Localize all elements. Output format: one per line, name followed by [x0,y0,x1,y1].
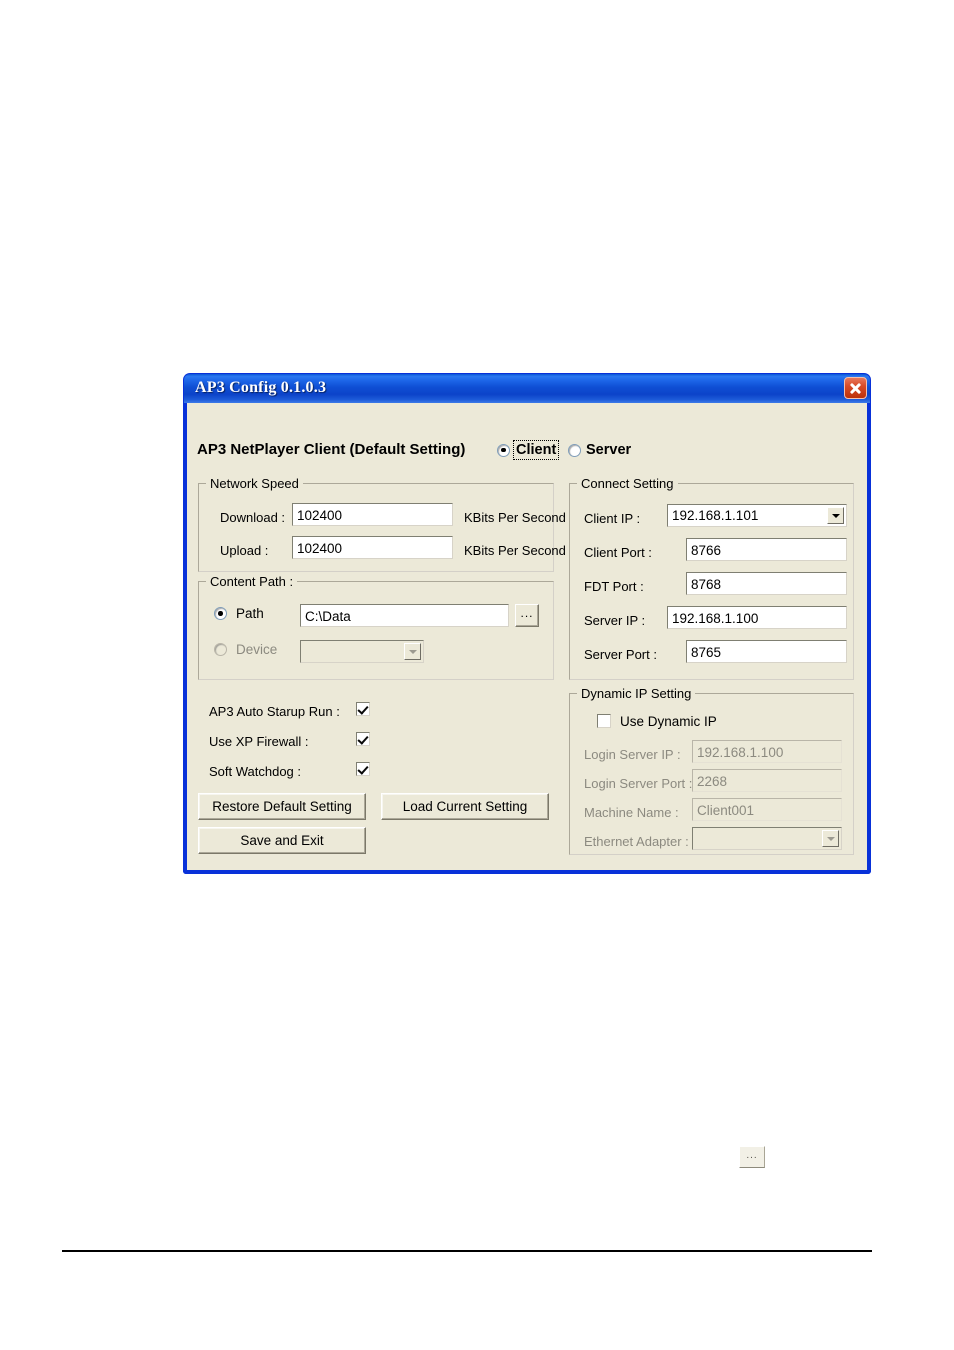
select-ethernet-adapter[interactable] [692,827,842,850]
radio-content-device[interactable]: Device [214,642,277,657]
checkbox-soft-watchdog[interactable] [356,762,370,776]
label-client-port: Client Port : [584,545,652,560]
label-upload-unit: KBits Per Second [464,543,566,558]
group-dynamic-ip-legend: Dynamic IP Setting [577,686,696,701]
input-upload-speed[interactable]: 102400 [292,536,453,559]
label-xp-firewall: Use XP Firewall : [209,734,309,749]
radio-path-label: Path [236,606,264,621]
group-connect-setting-legend: Connect Setting [577,476,678,491]
save-and-exit-button[interactable]: Save and Exit [198,827,366,854]
group-network-speed: Network Speed Download : 102400 KBits Pe… [198,476,566,572]
label-ethernet-adapter: Ethernet Adapter : [584,834,689,849]
group-network-speed-legend: Network Speed [206,476,303,491]
input-login-server-ip[interactable]: 192.168.1.100 [692,740,842,763]
title-bar[interactable]: AP3 Config 0.1.0.3 [183,373,871,403]
group-content-path-legend: Content Path : [206,574,298,589]
radio-content-path[interactable]: Path [214,606,264,621]
label-server-port: Server Port : [584,647,657,662]
group-content-path: Content Path : Path C:\Data ... Device [198,574,554,680]
label-download: Download : [220,510,286,525]
label-download-unit: KBits Per Second [464,510,566,525]
select-client-ip-value: 192.168.1.101 [672,508,759,523]
input-fdt-port[interactable]: 8768 [686,572,847,595]
radio-device-label: Device [236,642,278,657]
browse-path-button[interactable]: ... [515,604,539,627]
radio-path-indicator[interactable] [214,607,227,620]
input-client-port[interactable]: 8766 [686,538,847,561]
radio-server-label: Server [586,442,632,458]
label-soft-watchdog: Soft Watchdog : [209,764,302,779]
select-content-device[interactable] [300,640,424,663]
input-content-path[interactable]: C:\Data [300,604,509,627]
checkbox-xp-firewall[interactable] [356,732,370,746]
label-auto-startup: AP3 Auto Starup Run : [209,704,340,719]
label-login-server-ip: Login Server IP : [584,747,681,762]
chevron-down-icon[interactable] [404,643,421,660]
checkbox-use-dynamic-ip[interactable] [597,714,611,728]
input-machine-name[interactable]: Client001 [692,798,842,821]
radio-client-indicator[interactable] [497,443,510,457]
radio-device-indicator[interactable] [214,643,227,656]
window-title: AP3 Config 0.1.0.3 [195,379,327,396]
input-server-ip[interactable]: 192.168.1.100 [667,606,847,629]
input-login-server-port[interactable]: 2268 [692,769,842,792]
label-fdt-port: FDT Port : [584,579,644,594]
header-row: AP3 NetPlayer Client (Default Setting) C… [193,440,853,463]
radio-mode-server[interactable]: Server [568,442,631,458]
radio-client-label: Client [512,440,560,460]
options-panel: AP3 Auto Starup Run : Use XP Firewall : … [198,699,554,794]
label-login-server-port: Login Server Port : [584,776,693,791]
input-download-speed[interactable]: 102400 [292,503,453,526]
group-connect-setting: Connect Setting Client IP : 192.168.1.10… [569,476,854,680]
close-icon[interactable] [844,377,867,399]
footer-divider [62,1250,872,1252]
label-server-ip: Server IP : [584,613,646,628]
input-server-port[interactable]: 8765 [686,640,847,663]
ap3-config-dialog: AP3 Config 0.1.0.3 AP3 NetPlayer Client … [183,373,871,874]
label-use-dynamic-ip: Use Dynamic IP [620,714,717,729]
label-upload: Upload : [220,543,269,558]
load-current-button[interactable]: Load Current Setting [381,793,549,820]
label-machine-name: Machine Name : [584,805,679,820]
radio-mode-client[interactable]: Client [497,440,560,460]
select-client-ip[interactable]: 192.168.1.101 [667,504,847,527]
group-dynamic-ip: Dynamic IP Setting Use Dynamic IP Login … [569,686,854,855]
stray-browse-button: ... [739,1146,765,1168]
radio-server-indicator[interactable] [568,443,581,457]
chevron-down-icon[interactable] [822,830,839,847]
chevron-down-icon[interactable] [827,507,844,524]
label-client-ip: Client IP : [584,511,641,526]
page-title: AP3 NetPlayer Client (Default Setting) [197,441,466,458]
restore-default-button[interactable]: Restore Default Setting [198,793,366,820]
checkbox-auto-startup[interactable] [356,702,370,716]
